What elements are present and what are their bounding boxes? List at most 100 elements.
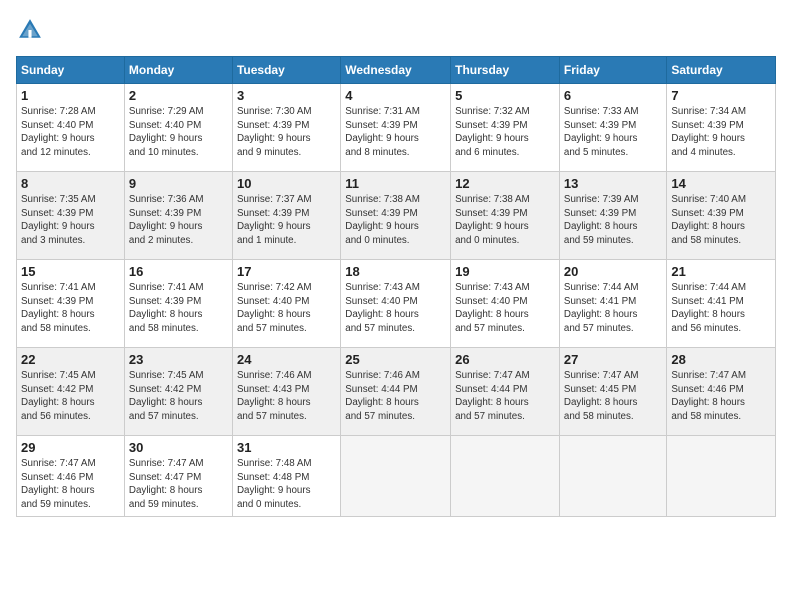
day-info: Sunrise: 7:47 AM Sunset: 4:46 PM Dayligh…: [21, 457, 120, 512]
day-number: 30: [129, 440, 228, 455]
day-number: 31: [237, 440, 336, 455]
day-number: 16: [129, 264, 228, 279]
calendar-cell: 31 Sunrise: 7:48 AM Sunset: 4:48 PM Dayli…: [232, 436, 340, 517]
calendar-cell: [341, 436, 451, 517]
day-info: Sunrise: 7:43 AM Sunset: 4:40 PM Dayligh…: [455, 281, 555, 336]
day-info: Sunrise: 7:34 AM Sunset: 4:39 PM Dayligh…: [671, 105, 771, 160]
calendar-cell: 26Sunrise: 7:47 AM Sunset: 4:44 PM Dayli…: [451, 348, 560, 436]
day-number: 11: [345, 176, 446, 191]
day-info: Sunrise: 7:38 AM Sunset: 4:39 PM Dayligh…: [455, 193, 555, 248]
day-info: Sunrise: 7:46 AM Sunset: 4:43 PM Dayligh…: [237, 369, 336, 424]
calendar-cell: 21Sunrise: 7:44 AM Sunset: 4:41 PM Dayli…: [667, 260, 776, 348]
calendar-cell: [559, 436, 666, 517]
day-info: Sunrise: 7:39 AM Sunset: 4:39 PM Dayligh…: [564, 193, 662, 248]
calendar-week-row: 22 Sunrise: 7:45 AM Sunset: 4:42 PM Dayli…: [17, 348, 776, 436]
calendar-container: SundayMondayTuesdayWednesdayThursdayFrid…: [0, 0, 792, 525]
day-number: 15: [21, 264, 120, 279]
day-number: 25: [345, 352, 446, 367]
calendar-cell: 14 Sunrise: 7:40 AM Sunset: 4:39 PM Dayli…: [667, 172, 776, 260]
day-info: Sunrise: 7:38 AM Sunset: 4:39 PM Dayligh…: [345, 193, 446, 248]
calendar-cell: 1Sunrise: 7:28 AM Sunset: 4:40 PM Daylig…: [17, 84, 125, 172]
calendar-cell: 8 Sunrise: 7:35 AM Sunset: 4:39 PM Daylig…: [17, 172, 125, 260]
day-info: Sunrise: 7:40 AM Sunset: 4:39 PM Dayligh…: [671, 193, 771, 248]
day-info: Sunrise: 7:45 AM Sunset: 4:42 PM Dayligh…: [129, 369, 228, 424]
calendar-cell: 27 Sunrise: 7:47 AM Sunset: 4:45 PM Dayli…: [559, 348, 666, 436]
day-number: 22: [21, 352, 120, 367]
calendar-cell: 25 Sunrise: 7:46 AM Sunset: 4:44 PM Dayli…: [341, 348, 451, 436]
day-number: 17: [237, 264, 336, 279]
day-info: Sunrise: 7:35 AM Sunset: 4:39 PM Dayligh…: [21, 193, 120, 248]
calendar-cell: 17Sunrise: 7:42 AM Sunset: 4:40 PM Dayli…: [232, 260, 340, 348]
day-info: Sunrise: 7:48 AM Sunset: 4:48 PM Dayligh…: [237, 457, 336, 512]
day-header: Wednesday: [341, 57, 451, 84]
logo-icon: [16, 16, 44, 44]
calendar-cell: 9Sunrise: 7:36 AM Sunset: 4:39 PM Daylig…: [124, 172, 232, 260]
calendar-cell: 15 Sunrise: 7:41 AM Sunset: 4:39 PM Dayli…: [17, 260, 125, 348]
day-info: Sunrise: 7:37 AM Sunset: 4:39 PM Dayligh…: [237, 193, 336, 248]
day-info: Sunrise: 7:43 AM Sunset: 4:40 PM Dayligh…: [345, 281, 446, 336]
day-info: Sunrise: 7:47 AM Sunset: 4:45 PM Dayligh…: [564, 369, 662, 424]
day-info: Sunrise: 7:47 AM Sunset: 4:46 PM Dayligh…: [671, 369, 771, 424]
day-number: 23: [129, 352, 228, 367]
calendar-cell: 4Sunrise: 7:31 AM Sunset: 4:39 PM Daylig…: [341, 84, 451, 172]
day-number: 24: [237, 352, 336, 367]
day-number: 5: [455, 88, 555, 103]
calendar-cell: 30Sunrise: 7:47 AM Sunset: 4:47 PM Dayli…: [124, 436, 232, 517]
day-header: Tuesday: [232, 57, 340, 84]
calendar-week-row: 29 Sunrise: 7:47 AM Sunset: 4:46 PM Dayli…: [17, 436, 776, 517]
day-number: 27: [564, 352, 662, 367]
day-info: Sunrise: 7:46 AM Sunset: 4:44 PM Dayligh…: [345, 369, 446, 424]
calendar-week-row: 1Sunrise: 7:28 AM Sunset: 4:40 PM Daylig…: [17, 84, 776, 172]
calendar-cell: 10 Sunrise: 7:37 AM Sunset: 4:39 PM Dayli…: [232, 172, 340, 260]
day-info: Sunrise: 7:41 AM Sunset: 4:39 PM Dayligh…: [21, 281, 120, 336]
day-number: 6: [564, 88, 662, 103]
calendar-cell: 22 Sunrise: 7:45 AM Sunset: 4:42 PM Dayli…: [17, 348, 125, 436]
day-info: Sunrise: 7:29 AM Sunset: 4:40 PM Dayligh…: [129, 105, 228, 160]
calendar-cell: 6 Sunrise: 7:33 AM Sunset: 4:39 PM Daylig…: [559, 84, 666, 172]
calendar-cell: 7 Sunrise: 7:34 AM Sunset: 4:39 PM Daylig…: [667, 84, 776, 172]
day-info: Sunrise: 7:47 AM Sunset: 4:44 PM Dayligh…: [455, 369, 555, 424]
day-number: 1: [21, 88, 120, 103]
calendar-cell: 2 Sunrise: 7:29 AM Sunset: 4:40 PM Daylig…: [124, 84, 232, 172]
calendar-cell: 29 Sunrise: 7:47 AM Sunset: 4:46 PM Dayli…: [17, 436, 125, 517]
day-number: 28: [671, 352, 771, 367]
day-header: Saturday: [667, 57, 776, 84]
day-header: Friday: [559, 57, 666, 84]
logo: [16, 16, 48, 44]
header-row: SundayMondayTuesdayWednesdayThursdayFrid…: [17, 57, 776, 84]
day-info: Sunrise: 7:32 AM Sunset: 4:39 PM Dayligh…: [455, 105, 555, 160]
day-number: 14: [671, 176, 771, 191]
calendar-cell: 19 Sunrise: 7:43 AM Sunset: 4:40 PM Dayli…: [451, 260, 560, 348]
day-number: 29: [21, 440, 120, 455]
calendar-cell: 16Sunrise: 7:41 AM Sunset: 4:39 PM Dayli…: [124, 260, 232, 348]
day-info: Sunrise: 7:36 AM Sunset: 4:39 PM Dayligh…: [129, 193, 228, 248]
calendar-cell: 11 Sunrise: 7:38 AM Sunset: 4:39 PM Dayli…: [341, 172, 451, 260]
day-number: 3: [237, 88, 336, 103]
day-info: Sunrise: 7:44 AM Sunset: 4:41 PM Dayligh…: [671, 281, 771, 336]
day-header: Sunday: [17, 57, 125, 84]
calendar-cell: [667, 436, 776, 517]
calendar-cell: 12 Sunrise: 7:38 AM Sunset: 4:39 PM Dayli…: [451, 172, 560, 260]
calendar-cell: 24 Sunrise: 7:46 AM Sunset: 4:43 PM Dayli…: [232, 348, 340, 436]
day-header: Thursday: [451, 57, 560, 84]
day-number: 7: [671, 88, 771, 103]
calendar-cell: 23 Sunrise: 7:45 AM Sunset: 4:42 PM Dayli…: [124, 348, 232, 436]
day-number: 18: [345, 264, 446, 279]
day-info: Sunrise: 7:31 AM Sunset: 4:39 PM Dayligh…: [345, 105, 446, 160]
day-number: 12: [455, 176, 555, 191]
day-info: Sunrise: 7:45 AM Sunset: 4:42 PM Dayligh…: [21, 369, 120, 424]
day-info: Sunrise: 7:44 AM Sunset: 4:41 PM Dayligh…: [564, 281, 662, 336]
calendar-cell: 13 Sunrise: 7:39 AM Sunset: 4:39 PM Dayli…: [559, 172, 666, 260]
day-number: 8: [21, 176, 120, 191]
day-number: 19: [455, 264, 555, 279]
calendar-cell: 20 Sunrise: 7:44 AM Sunset: 4:41 PM Dayli…: [559, 260, 666, 348]
day-number: 2: [129, 88, 228, 103]
day-info: Sunrise: 7:33 AM Sunset: 4:39 PM Dayligh…: [564, 105, 662, 160]
day-number: 20: [564, 264, 662, 279]
day-number: 13: [564, 176, 662, 191]
calendar-week-row: 8 Sunrise: 7:35 AM Sunset: 4:39 PM Daylig…: [17, 172, 776, 260]
calendar-cell: 3Sunrise: 7:30 AM Sunset: 4:39 PM Daylig…: [232, 84, 340, 172]
day-header: Monday: [124, 57, 232, 84]
calendar-cell: [451, 436, 560, 517]
day-number: 10: [237, 176, 336, 191]
